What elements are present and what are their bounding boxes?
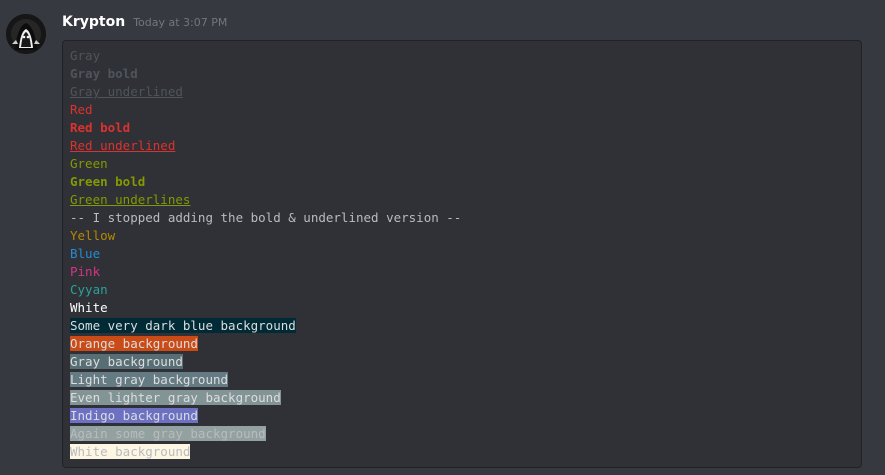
code-line: Red [70, 101, 861, 119]
code-line-text: Green bold [70, 174, 146, 189]
code-line-text: Green underlines [70, 192, 191, 207]
code-line-text: White [70, 300, 108, 315]
code-line-text: Cyyan [70, 282, 108, 297]
code-line-text: Some very dark blue background [70, 318, 296, 333]
code-line-text: Indigo background [70, 408, 198, 423]
code-line: Cyyan [70, 281, 861, 299]
code-line: Indigo background [70, 407, 861, 425]
code-line: Gray bold [70, 65, 861, 83]
avatar-figure-icon [6, 14, 46, 54]
code-line-text: Light gray background [70, 372, 229, 387]
code-line-text: Red [70, 102, 93, 117]
code-line: Red bold [70, 119, 861, 137]
code-line: Pink [70, 263, 861, 281]
code-line: White background [70, 443, 861, 461]
timestamp: Today at 3:07 PM [133, 16, 228, 29]
avatar[interactable] [6, 14, 46, 54]
code-line-text: Gray bold [70, 66, 138, 81]
code-line-text: Gray background [70, 354, 183, 369]
code-line: Again some gray background [70, 425, 861, 443]
code-line: -- I stopped adding the bold & underline… [70, 209, 861, 227]
code-line-text: Green [70, 156, 108, 171]
code-line-text: Red underlined [70, 138, 176, 153]
code-line: Light gray background [70, 371, 861, 389]
username[interactable]: Krypton [62, 14, 125, 30]
code-line-text: Orange background [70, 336, 198, 351]
code-line-text: Pink [70, 264, 101, 279]
code-line: White [70, 299, 861, 317]
code-line: Yellow [70, 227, 861, 245]
message-header: Krypton Today at 3:07 PM [62, 14, 227, 30]
code-line: Even lighter gray background [70, 389, 861, 407]
code-line: Gray background [70, 353, 861, 371]
code-line-text: Gray underlined [70, 84, 183, 99]
code-line: Gray [70, 47, 861, 65]
code-line-text: Gray [70, 48, 101, 63]
code-line-text: -- I stopped adding the bold & underline… [70, 210, 462, 225]
code-line: Red underlined [70, 137, 861, 155]
code-line: Green bold [70, 173, 861, 191]
code-line-text: Again some gray background [70, 426, 266, 441]
code-line-text: Even lighter gray background [70, 390, 281, 405]
code-line-text: Red bold [70, 120, 131, 135]
code-line-text: Yellow [70, 228, 116, 243]
code-line: Gray underlined [70, 83, 861, 101]
code-line-text: White background [70, 444, 191, 459]
code-line: Some very dark blue background [70, 317, 861, 335]
code-line-text: Blue [70, 246, 101, 261]
code-line: Blue [70, 245, 861, 263]
chat-message: Krypton Today at 3:07 PM Gray Gray bold Gr… [0, 0, 885, 475]
code-line: Orange background [70, 335, 861, 353]
code-block: Gray Gray bold Gray underlined Red Red bold R… [62, 40, 862, 468]
code-line: Green underlines [70, 191, 861, 209]
code-line: Green [70, 155, 861, 173]
